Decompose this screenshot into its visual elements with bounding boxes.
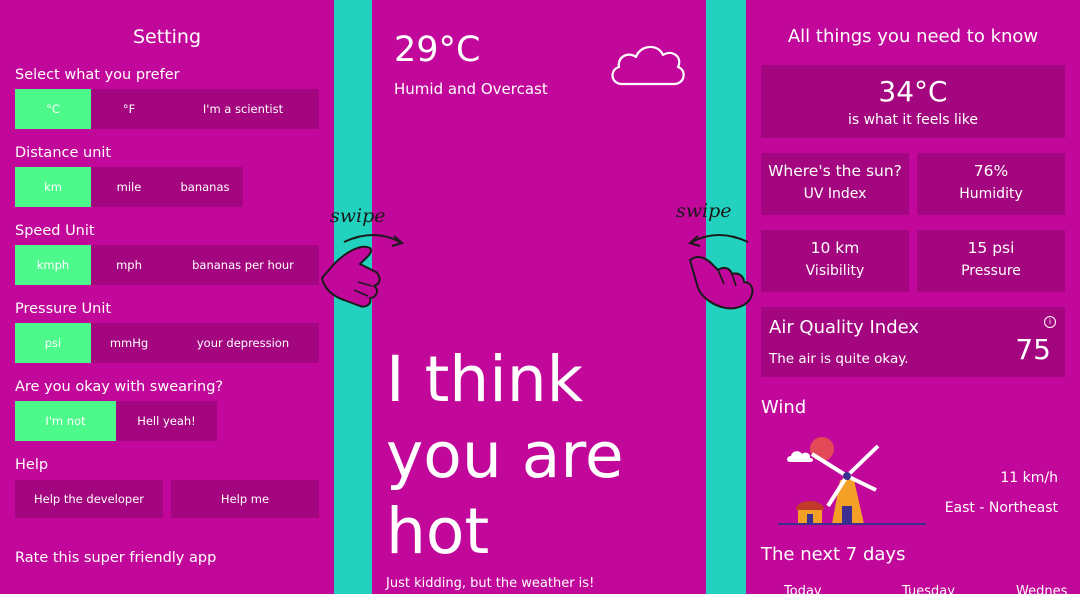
pressure-value: 15 psi	[967, 239, 1015, 257]
pressure-card: 15 psi Pressure	[917, 230, 1065, 292]
option-mph[interactable]: mph	[91, 245, 167, 285]
swipe-hand-icon	[687, 234, 754, 310]
aqi-subtitle: The air is quite okay.	[769, 351, 909, 367]
option-yes-swearing[interactable]: Hell yeah!	[116, 401, 217, 441]
speed-unit-selector: kmph mph bananas per hour	[15, 245, 319, 285]
wind-direction: East - Northeast	[944, 500, 1058, 516]
option-no-swearing[interactable]: I'm not	[15, 401, 116, 441]
visibility-card: 10 km Visibility	[761, 230, 909, 292]
uv-index-value: Where's the sun?	[768, 162, 902, 180]
help-label: Help	[15, 457, 49, 473]
forecast-title: The next 7 days	[761, 544, 906, 565]
swipe-hand-icon	[321, 234, 405, 308]
option-celsius[interactable]: °C	[15, 89, 91, 129]
swipe-label-left: swipe	[330, 205, 386, 227]
air-quality-card: Air Quality Index The air is quite okay.…	[761, 307, 1065, 377]
headline-subtext: Just kidding, but the weather is!	[386, 576, 595, 591]
distance-unit-label: Distance unit	[15, 145, 112, 161]
rate-app-link[interactable]: Rate this super friendly app	[15, 550, 216, 566]
option-kelvin-scientist[interactable]: I'm a scientist	[167, 89, 319, 129]
option-fahrenheit[interactable]: °F	[91, 89, 167, 129]
settings-screen: Setting Select what you prefer °C °F I'm…	[0, 0, 334, 594]
forecast-day-today[interactable]: Today	[784, 584, 822, 594]
pressure-unit-selector: psi mmHg your depression	[15, 323, 319, 363]
option-bananas[interactable]: bananas	[167, 167, 243, 207]
speed-unit-label: Speed Unit	[15, 223, 95, 239]
wind-title: Wind	[761, 397, 807, 418]
details-screen: All things you need to know 34°C is what…	[746, 0, 1080, 594]
aqi-title: Air Quality Index	[769, 317, 920, 338]
swearing-selector: I'm not Hell yeah!	[15, 401, 217, 441]
current-temperature: 29°C	[394, 30, 481, 70]
swipe-label-right: swipe	[676, 200, 732, 222]
feels-like-card: 34°C is what it feels like	[761, 65, 1065, 138]
option-bananas-per-hour[interactable]: bananas per hour	[167, 245, 319, 285]
headline-line-2: you are	[386, 419, 624, 492]
forecast-day-wednesday[interactable]: Wednes	[1016, 584, 1067, 594]
distance-unit-selector: km mile bananas	[15, 167, 243, 207]
feels-like-value: 34°C	[878, 75, 948, 108]
swearing-label: Are you okay with swearing?	[15, 379, 224, 395]
option-psi[interactable]: psi	[15, 323, 91, 363]
option-km[interactable]: km	[15, 167, 91, 207]
option-kmph[interactable]: kmph	[15, 245, 91, 285]
wind-speed: 11 km/h	[1000, 470, 1058, 486]
help-developer-button[interactable]: Help the developer	[15, 480, 163, 518]
home-screen: 29°C Humid and Overcast I think you are …	[372, 0, 706, 594]
option-mmhg[interactable]: mmHg	[91, 323, 167, 363]
forecast-day-tuesday[interactable]: Tuesday	[902, 584, 955, 594]
temperature-unit-label: Select what you prefer	[15, 67, 180, 83]
windmill-icon	[778, 437, 926, 525]
feels-like-label: is what it feels like	[847, 112, 979, 128]
option-mile[interactable]: mile	[91, 167, 167, 207]
headline-line-1: I think	[386, 343, 584, 416]
uv-index-card: Where's the sun? UV Index	[761, 153, 909, 215]
humidity-card: 76% Humidity	[917, 153, 1065, 215]
settings-title: Setting	[132, 26, 202, 48]
help-me-button[interactable]: Help me	[171, 480, 319, 518]
details-title: All things you need to know	[787, 26, 1039, 47]
aqi-value: 75	[1015, 333, 1051, 366]
visibility-value: 10 km	[810, 239, 860, 257]
cloud-icon	[611, 45, 685, 86]
visibility-label: Visibility	[805, 263, 865, 279]
humidity-label: Humidity	[959, 186, 1023, 202]
pressure-unit-label: Pressure Unit	[15, 301, 112, 317]
option-your-depression[interactable]: your depression	[167, 323, 319, 363]
weather-condition: Humid and Overcast	[394, 80, 548, 98]
uv-index-label: UV Index	[803, 186, 867, 202]
humidity-value: 76%	[973, 162, 1009, 180]
temperature-unit-selector: °C °F I'm a scientist	[15, 89, 319, 129]
info-icon[interactable]: i	[1044, 316, 1056, 328]
pressure-label: Pressure	[961, 263, 1021, 279]
headline-line-3: hot	[386, 495, 490, 568]
